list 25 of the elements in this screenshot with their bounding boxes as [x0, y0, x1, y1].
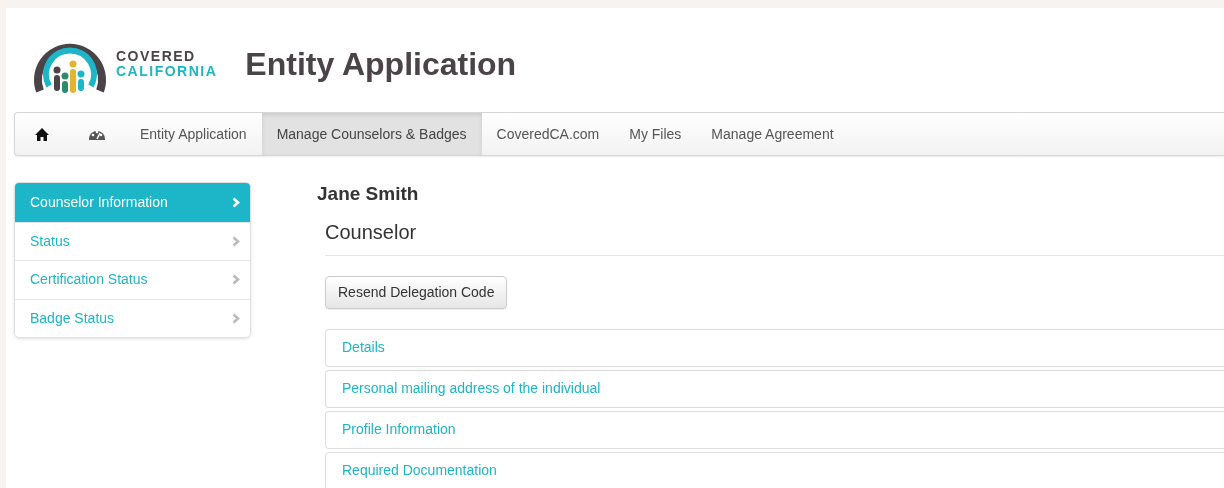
- chevron-icon: [232, 312, 240, 324]
- role-heading: Counselor: [325, 216, 1224, 256]
- section-link[interactable]: Details: [342, 337, 385, 358]
- home-icon: [35, 127, 49, 141]
- nav-tab[interactable]: Manage Counselors & Badges: [261, 113, 482, 155]
- nav-tab[interactable]: My Files: [614, 113, 697, 155]
- section-link[interactable]: Required Documentation: [342, 460, 497, 481]
- sidebar-item[interactable]: Badge Status: [15, 298, 250, 337]
- person-name: Jane Smith: [317, 182, 420, 206]
- sidebar-item[interactable]: Certification Status: [15, 260, 250, 299]
- resend-delegation-code-button[interactable]: Resend Delegation Code: [325, 275, 508, 309]
- sidebar-item[interactable]: Status: [15, 221, 250, 260]
- sidebar-item[interactable]: Counselor Information: [15, 183, 250, 222]
- page-title: Entity Application: [245, 44, 517, 84]
- nav-tab[interactable]: CoveredCA.com: [481, 113, 615, 155]
- nav-tab[interactable]: Entity Application: [125, 113, 262, 155]
- dashboard-icon: [89, 128, 105, 140]
- chevron-icon: [232, 196, 240, 208]
- section-link[interactable]: Profile Information: [342, 419, 456, 440]
- section-link[interactable]: Personal mailing address of the individual: [342, 378, 601, 399]
- nav-tab[interactable]: Manage Agreement: [696, 113, 849, 155]
- logo-text: COVERED: [116, 49, 197, 64]
- logo-text: CALIFORNIA: [116, 64, 218, 79]
- chevron-icon: [232, 235, 240, 247]
- chevron-icon: [232, 274, 240, 286]
